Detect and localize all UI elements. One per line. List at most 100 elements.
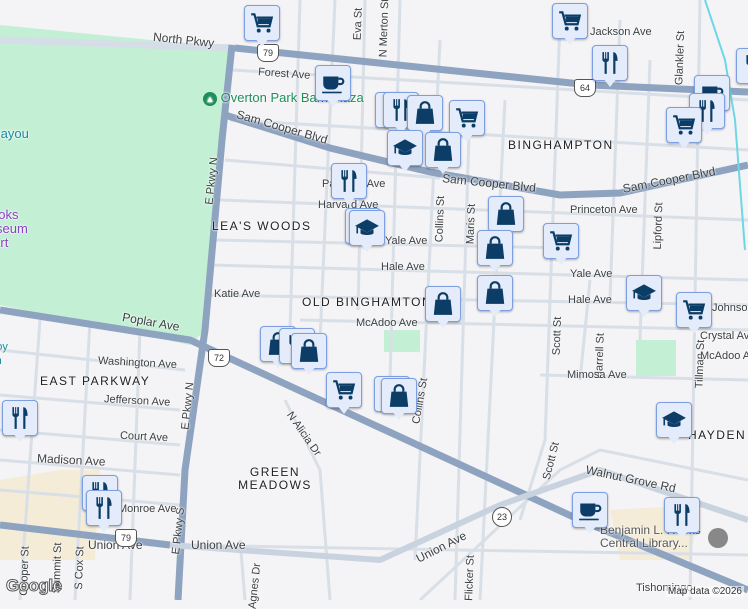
cart-marker[interactable]	[666, 107, 702, 151]
restaurant-marker[interactable]	[2, 400, 38, 444]
marker-pointer	[97, 523, 111, 532]
restaurant-icon	[331, 163, 367, 199]
restaurant-marker[interactable]	[86, 490, 122, 534]
map-attribution[interactable]: Map data ©2026	[665, 586, 744, 597]
graduation-marker[interactable]	[626, 275, 662, 319]
bag-icon	[477, 275, 513, 311]
neighborhood-label: OLD BINGHAMTON	[302, 295, 433, 309]
street-label: Mimosa Ave	[567, 369, 627, 381]
street-label: McAdoo Ave	[700, 350, 748, 362]
bag-icon	[381, 378, 417, 414]
neighborhood-label: BINGHAMPTON	[508, 138, 614, 152]
marker-pointer	[563, 36, 577, 45]
cart-marker[interactable]	[552, 3, 588, 47]
cart-icon	[552, 3, 588, 39]
street-label: Yale Ave	[385, 235, 428, 247]
bag-icon	[477, 230, 513, 266]
street-label: Monroe Ave	[118, 503, 177, 515]
marker-pointer	[436, 319, 450, 328]
neighborhood-label: HAYDEN PL	[688, 428, 748, 442]
street-label: Collins St	[433, 195, 448, 243]
neighborhood-label: EAST PARKWAY	[40, 374, 151, 388]
graduation-marker[interactable]	[349, 210, 385, 254]
street-label: Katie Ave	[214, 288, 261, 300]
tree-icon: ▲	[203, 91, 217, 106]
bag-marker[interactable]	[291, 333, 327, 377]
route-shield: 72	[208, 349, 230, 367]
street-label: Union Ave	[191, 538, 246, 552]
street-label: Scott St	[550, 316, 564, 356]
cart-icon	[326, 372, 362, 408]
marker-pointer	[337, 405, 351, 414]
restaurant-icon	[86, 490, 122, 526]
bag-icon	[291, 333, 327, 369]
street-label: Yale Ave	[570, 268, 613, 280]
marker-pointer	[554, 256, 568, 265]
graduation-marker[interactable]	[656, 402, 692, 446]
cart-marker[interactable]	[543, 223, 579, 267]
cart-marker[interactable]	[676, 292, 712, 336]
street-label: Maris St	[464, 203, 478, 245]
coffee-marker[interactable]	[315, 65, 351, 109]
cart-marker[interactable]	[244, 5, 280, 49]
cart-marker[interactable]	[326, 372, 362, 416]
marker-pointer	[700, 126, 714, 135]
cart-icon	[449, 100, 485, 136]
restaurant-marker[interactable]	[736, 48, 748, 92]
restaurant-icon	[592, 45, 628, 81]
marker-pointer	[392, 411, 406, 420]
marker-pointer	[360, 243, 374, 252]
cart-icon	[244, 5, 280, 41]
bag-icon	[425, 286, 461, 322]
bag-marker[interactable]	[477, 275, 513, 319]
google-logo[interactable]: Google	[6, 576, 63, 596]
ranch-poi-label[interactable]: Lovejoy Ranch	[0, 340, 30, 368]
bag-icon	[488, 196, 524, 232]
bag-marker[interactable]	[477, 230, 513, 274]
marker-pointer	[342, 196, 356, 205]
restaurant-icon	[2, 400, 38, 436]
library-icon[interactable]	[708, 528, 728, 548]
overton-park	[0, 25, 232, 345]
marker-pointer	[677, 140, 691, 149]
bag-marker[interactable]	[381, 378, 417, 422]
marker-pointer	[326, 98, 340, 107]
bag-marker[interactable]	[425, 286, 461, 330]
marker-pointer	[13, 433, 27, 442]
neighborhood-label: LEA'S WOODS	[212, 219, 312, 233]
graduation-icon	[626, 275, 662, 311]
route-shield: 23	[492, 507, 512, 527]
street-label: Tillman St	[693, 339, 708, 389]
library-poi-label[interactable]: Benjamin L. Hooks Central Library...	[600, 524, 720, 550]
graduation-icon	[349, 210, 385, 246]
graduation-icon	[656, 402, 692, 438]
street-label: Jackson Ave	[590, 26, 652, 38]
street-label: Flicker St	[463, 554, 477, 602]
restaurant-marker[interactable]	[331, 163, 367, 207]
marker-pointer	[302, 366, 316, 375]
street-label: McAdoo Ave	[356, 317, 418, 329]
restaurant-marker[interactable]	[592, 45, 628, 89]
street-label: Eva St	[351, 7, 365, 41]
street-label: Court Ave	[119, 429, 169, 445]
cart-icon	[666, 107, 702, 143]
cart-icon	[543, 223, 579, 259]
small-park	[636, 340, 676, 376]
restaurant-icon	[736, 48, 748, 84]
graduation-icon	[387, 130, 423, 166]
marker-pointer	[687, 325, 701, 334]
marker-pointer	[255, 38, 269, 47]
restaurant-marker[interactable]	[664, 497, 700, 541]
museum-poi-label[interactable]: Brooks Museum of Art	[0, 208, 38, 250]
coffee-icon	[315, 65, 351, 101]
bag-marker[interactable]	[425, 132, 461, 176]
marker-pointer	[398, 163, 412, 172]
street-label: Johnson Ave	[712, 302, 748, 314]
street-label: Lipford St	[651, 202, 666, 250]
marker-pointer	[675, 530, 689, 539]
water-label: Bayou	[0, 126, 29, 141]
street-label: Hale Ave	[568, 294, 612, 306]
coffee-marker[interactable]	[572, 492, 608, 536]
street-label: Glankler St	[673, 30, 688, 86]
graduation-marker[interactable]	[387, 130, 423, 174]
